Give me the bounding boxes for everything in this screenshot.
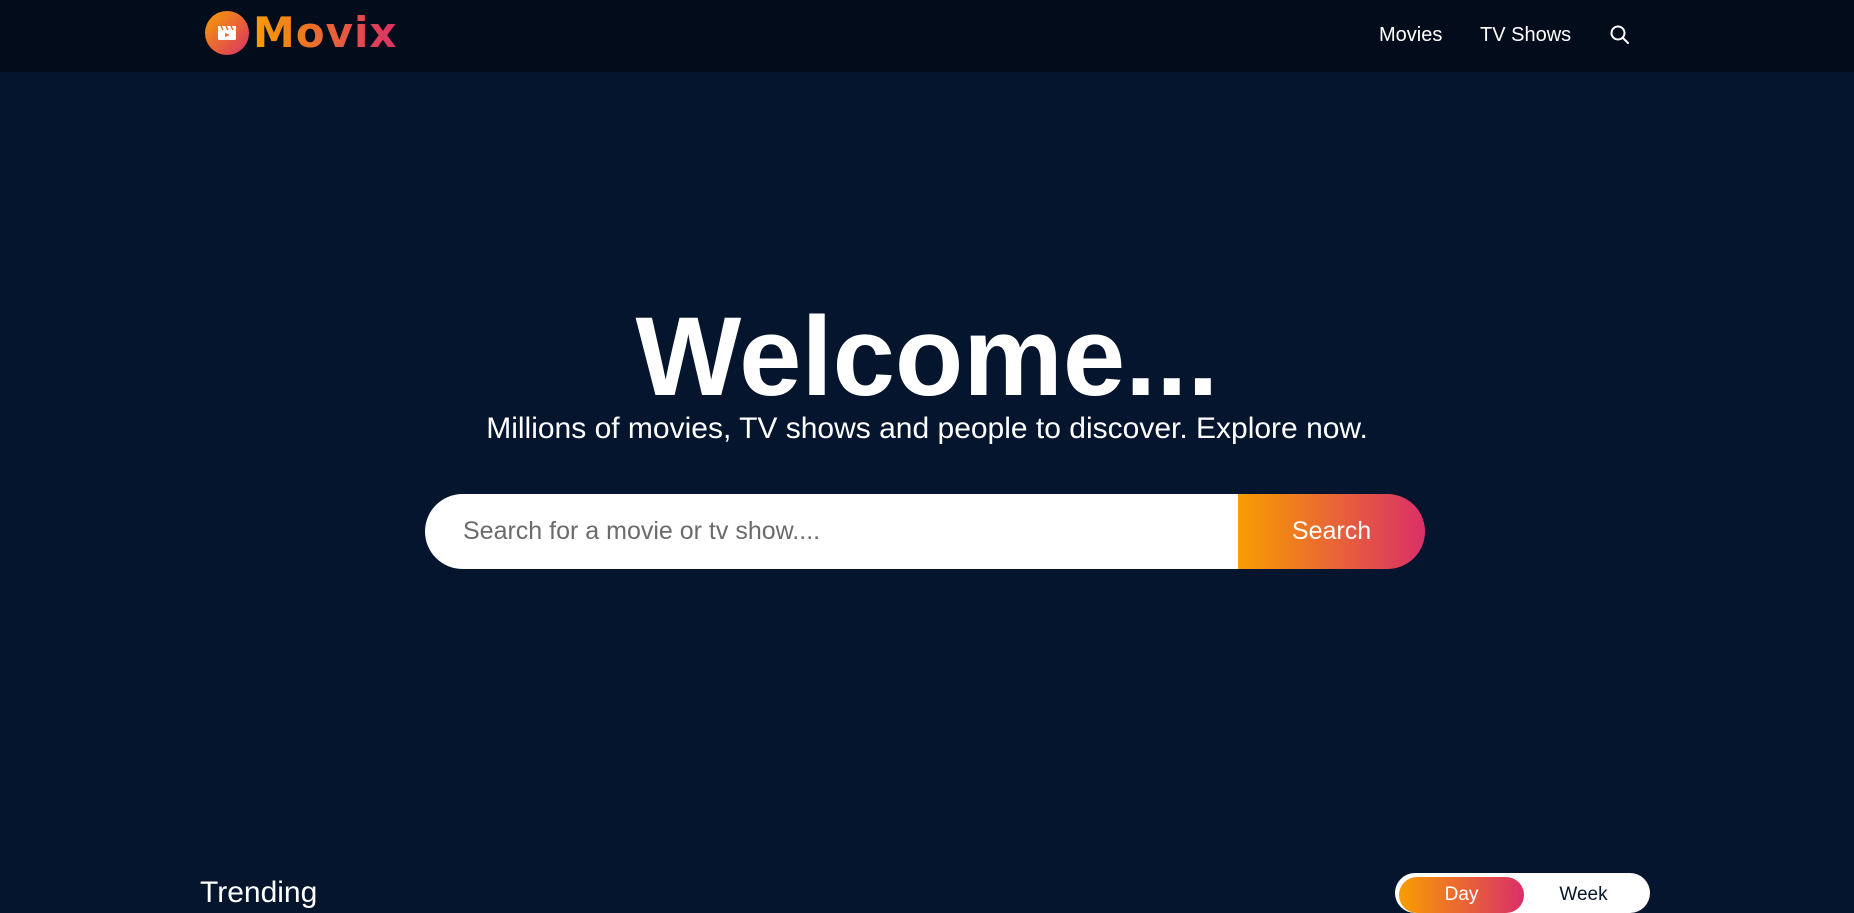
nav-movies[interactable]: Movies: [1379, 24, 1442, 47]
top-header: Movix Movies TV Shows: [0, 0, 1854, 72]
clapperboard-icon: [205, 11, 249, 55]
tab-day[interactable]: Day: [1399, 877, 1524, 913]
nav-tv-shows[interactable]: TV Shows: [1480, 24, 1571, 47]
logo-text: Movix: [253, 8, 398, 57]
hero-subtitle: Millions of movies, TV shows and people …: [486, 412, 1368, 445]
tab-week[interactable]: Week: [1521, 877, 1646, 913]
search-icon[interactable]: [1609, 24, 1631, 46]
hero-title: Welcome...: [635, 294, 1219, 419]
trending-time-switch: Day Week: [1395, 873, 1650, 913]
section-title-trending: Trending: [200, 876, 318, 909]
search-input[interactable]: [425, 494, 1238, 569]
logo[interactable]: Movix: [205, 10, 398, 56]
page: Movix Movies TV Shows Welcome... Million…: [0, 0, 1854, 913]
search-button[interactable]: Search: [1238, 494, 1425, 569]
hero-search-bar: Search: [425, 494, 1425, 569]
